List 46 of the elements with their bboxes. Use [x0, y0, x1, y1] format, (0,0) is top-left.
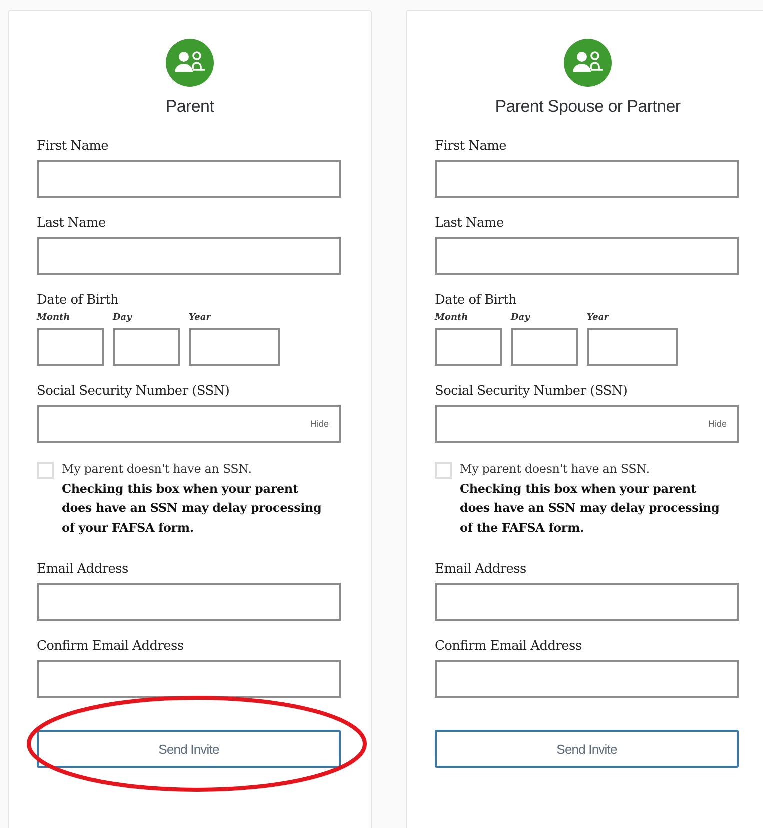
input-field[interactable] [511, 328, 578, 366]
input-field[interactable] [189, 328, 280, 366]
field-label: Last Name [37, 216, 106, 232]
send-invite-button[interactable]: Send Invite [435, 730, 739, 768]
card-title: Parent Spouse or Partner [495, 97, 681, 117]
field-label: Social Security Number (SSN) [435, 384, 628, 400]
input-field[interactable] [113, 328, 180, 366]
input-field[interactable] [435, 237, 739, 275]
input-field[interactable] [435, 660, 739, 698]
date-part-label: Month [435, 312, 468, 324]
field-label: Email Address [37, 562, 128, 578]
input-field[interactable] [37, 328, 104, 366]
checkbox-label: My parent doesn't have an SSN. Checking this box when your parent does have an SSN may delay processing of your FAFSA form. [62, 461, 323, 537]
date-part-label: Month [37, 312, 70, 324]
input-field[interactable] [37, 237, 341, 275]
checkbox[interactable] [37, 462, 54, 479]
field-label: Confirm Email Address [37, 639, 184, 655]
date-part-label: Year [587, 312, 609, 324]
field-label: Date of Birth [37, 293, 119, 309]
date-part-label: Day [113, 312, 132, 324]
hide-toggle[interactable]: Hide [708, 419, 727, 429]
input-field[interactable] [37, 660, 341, 698]
field-label: Confirm Email Address [435, 639, 582, 655]
field-label: Email Address [435, 562, 526, 578]
input-field[interactable] [37, 160, 341, 198]
field-label: Date of Birth [435, 293, 517, 309]
checkbox[interactable] [435, 462, 452, 479]
hide-toggle[interactable]: Hide [310, 419, 329, 429]
input-field[interactable] [435, 160, 739, 198]
date-part-label: Day [511, 312, 530, 324]
date-part-label: Year [189, 312, 211, 324]
checkbox-label: My parent doesn't have an SSN. Checking this box when your parent does have an SSN may delay processing of the FAFSA form. [460, 461, 721, 536]
input-field[interactable] [435, 583, 739, 621]
input-field[interactable]: Hide [435, 405, 739, 443]
people-icon [166, 39, 214, 87]
input-field[interactable] [435, 328, 502, 366]
card-title: Parent [166, 97, 214, 117]
input-field[interactable] [37, 583, 341, 621]
field-label: First Name [37, 139, 109, 155]
send-invite-button[interactable]: Send Invite [37, 730, 341, 768]
field-label: First Name [435, 139, 507, 155]
input-field[interactable]: Hide [37, 405, 341, 443]
field-label: Last Name [435, 216, 504, 232]
people-icon [564, 39, 612, 87]
input-field[interactable] [587, 328, 678, 366]
field-label: Social Security Number (SSN) [37, 384, 230, 400]
